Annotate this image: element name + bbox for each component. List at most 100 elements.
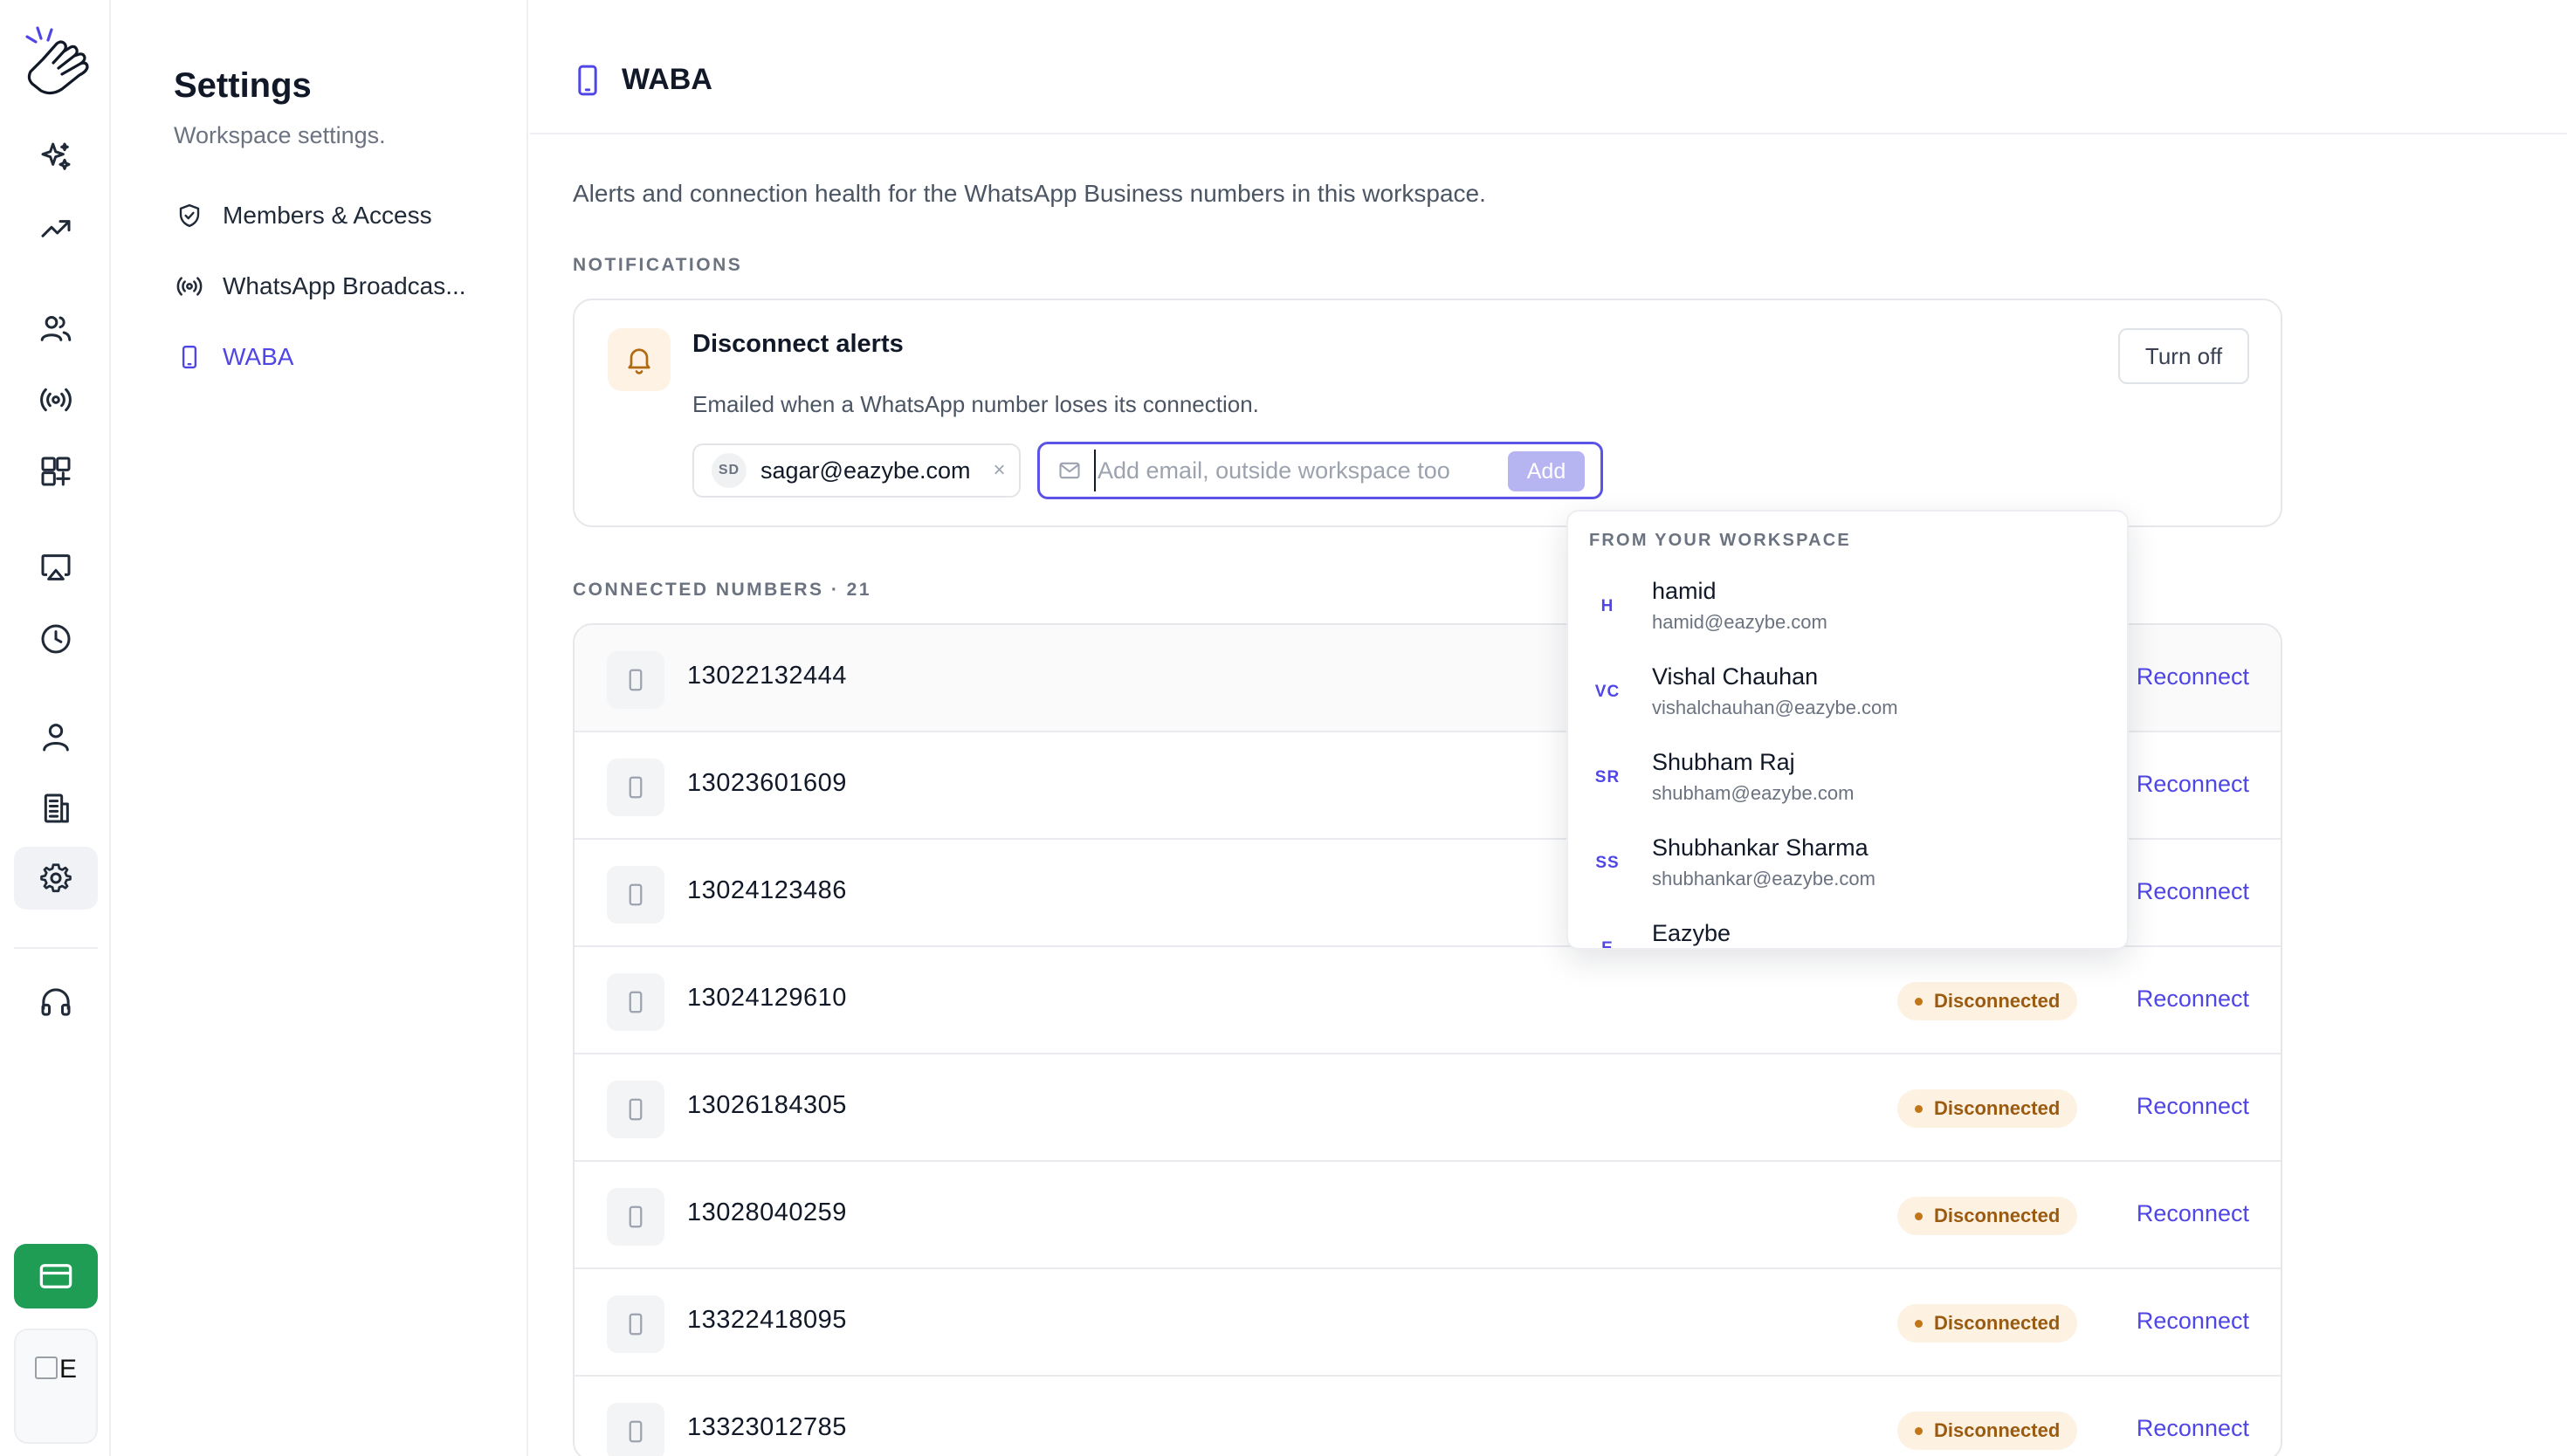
sidebar-item-waba[interactable]: WABA	[174, 335, 293, 379]
rail-billing-button[interactable]	[14, 1244, 98, 1308]
settings-sidebar: Settings Workspace settings. Members & A…	[113, 0, 528, 1456]
phone-icon	[607, 1188, 664, 1246]
phone-number: 13323012785	[687, 1413, 847, 1441]
member-initials: SS	[1595, 854, 1620, 872]
reconnect-link[interactable]: Reconnect	[2137, 1093, 2249, 1120]
table-row: 13028040259 Disconnected Reconnect	[575, 1162, 2281, 1269]
phone-icon	[607, 1403, 664, 1456]
member-email: shubhankar@eazybe.com	[1652, 868, 1875, 889]
reconnect-link[interactable]: Reconnect	[2137, 771, 2249, 798]
phone-number: 13026184305	[687, 1091, 847, 1119]
status-badge: Disconnected	[1897, 1304, 2078, 1343]
users-icon	[40, 316, 72, 341]
phone-icon	[607, 866, 664, 924]
reconnect-link[interactable]: Reconnect	[2137, 1200, 2249, 1227]
reconnect-link[interactable]: Reconnect	[2137, 1415, 2249, 1442]
recipient-avatar: SD	[712, 453, 747, 488]
clock-icon	[41, 624, 71, 654]
member-name: Shubham Raj	[1652, 749, 1795, 775]
logo-hand-icon[interactable]	[22, 24, 90, 103]
workspace-suggestions-dropdown: FROM YOUR WORKSPACE H hamid hamid@eazybe…	[1566, 510, 2129, 950]
broadcast-icon	[174, 271, 205, 302]
list-item[interactable]: SS Shubhankar Sharma shubhankar@eazybe.c…	[1568, 824, 2127, 910]
phone-icon	[174, 341, 205, 373]
member-name: Vishal Chauhan	[1652, 663, 1819, 690]
member-name: Shubhankar Sharma	[1652, 834, 1868, 861]
settings-subtitle: Workspace settings.	[174, 122, 386, 148]
reconnect-link[interactable]: Reconnect	[2137, 878, 2249, 905]
rail-profile-button[interactable]	[14, 705, 98, 768]
headset-icon	[41, 988, 71, 1016]
bell-icon	[608, 328, 671, 391]
rail-integrations-button[interactable]	[14, 440, 98, 503]
table-row: 13026184305 Disconnected Reconnect	[575, 1054, 2281, 1162]
phone-icon	[607, 759, 664, 816]
status-badge: Disconnected	[1897, 1411, 2078, 1450]
user-icon	[43, 724, 69, 752]
rail-support-button[interactable]	[14, 971, 98, 1034]
rail-organization-button[interactable]	[14, 777, 98, 840]
table-row: 13322418095 Disconnected Reconnect	[575, 1269, 2281, 1377]
table-row: 13024129610 Disconnected Reconnect	[575, 947, 2281, 1054]
phone-icon	[607, 973, 664, 1031]
main-content: WABA Alerts and connection health for th…	[530, 0, 2567, 1456]
list-item[interactable]: SR Shubham Raj shubham@eazybe.com	[1568, 738, 2127, 824]
member-initials: E	[1601, 939, 1614, 950]
sidebar-item-members-access[interactable]: Members & Access	[174, 194, 432, 237]
rail-history-button[interactable]	[14, 608, 98, 670]
icon-rail: E	[0, 0, 111, 1456]
add-email-field: Add	[1037, 442, 1603, 499]
list-item[interactable]: E Eazybe	[1568, 910, 2127, 950]
shield-check-icon	[174, 200, 205, 231]
phone-icon	[607, 1081, 664, 1138]
reconnect-link[interactable]: Reconnect	[2137, 663, 2249, 690]
list-item[interactable]: H hamid hamid@eazybe.com	[1568, 567, 2127, 653]
list-item[interactable]: VC Vishal Chauhan vishalchauhan@eazybe.c…	[1568, 653, 2127, 738]
member-email: shubham@eazybe.com	[1652, 782, 1855, 804]
gear-icon	[40, 863, 72, 893]
member-initials: SR	[1594, 768, 1621, 786]
add-email-button[interactable]: Add	[1508, 451, 1585, 491]
rail-sparkle-button[interactable]	[14, 126, 98, 189]
sidebar-item-label: WhatsApp Broadcas...	[223, 272, 466, 299]
table-row: 13323012785 Disconnected Reconnect	[575, 1377, 2281, 1456]
recipient-email: sagar@eazybe.com	[760, 457, 971, 484]
sidebar-item-whatsapp-broadcast[interactable]: WhatsApp Broadcas...	[174, 264, 466, 308]
remove-recipient-button[interactable]: ×	[994, 458, 1006, 483]
building-icon	[44, 793, 69, 823]
sidebar-item-label: Members & Access	[223, 202, 432, 229]
grid-plus-icon	[41, 457, 71, 486]
avatar-alt-text: E	[58, 1355, 77, 1384]
member-email: vishalchauhan@eazybe.com	[1652, 697, 1898, 718]
rail-cast-button[interactable]	[14, 536, 98, 599]
sparkle-icon	[41, 142, 71, 170]
cast-icon	[41, 554, 71, 580]
sidebar-item-label: WABA	[223, 343, 294, 370]
phone-icon	[607, 651, 664, 709]
settings-title: Settings	[174, 66, 312, 105]
member-initials: VC	[1594, 683, 1621, 701]
reconnect-link[interactable]: Reconnect	[2137, 986, 2249, 1013]
rail-broadcast-button[interactable]	[14, 368, 98, 431]
rail-contacts-button[interactable]	[14, 297, 98, 360]
dropdown-header: FROM YOUR WORKSPACE	[1589, 531, 1851, 550]
member-name: Eazybe	[1652, 920, 1731, 946]
add-email-input[interactable]	[1094, 450, 1504, 491]
app-root: E Settings Workspace settings. Members &…	[0, 0, 2567, 1456]
phone-number: 13024123486	[687, 876, 847, 904]
phone-icon	[570, 63, 605, 98]
member-initials: H	[1600, 597, 1614, 615]
rail-settings-button[interactable]	[14, 847, 98, 910]
turn-off-button[interactable]: Turn off	[2118, 328, 2249, 384]
notifications-section-label: NOTIFICATIONS	[573, 255, 743, 275]
phone-number: 13022132444	[687, 662, 847, 690]
reconnect-link[interactable]: Reconnect	[2137, 1308, 2249, 1335]
member-name: hamid	[1652, 578, 1717, 604]
avatar[interactable]: E	[14, 1329, 98, 1444]
broadcast-icon	[40, 388, 72, 412]
page-title: WABA	[622, 63, 712, 96]
rail-analytics-button[interactable]	[14, 197, 98, 260]
page-header: WABA	[530, 0, 2567, 134]
member-email: hamid@eazybe.com	[1652, 611, 1827, 633]
phone-number: 13023601609	[687, 769, 847, 797]
